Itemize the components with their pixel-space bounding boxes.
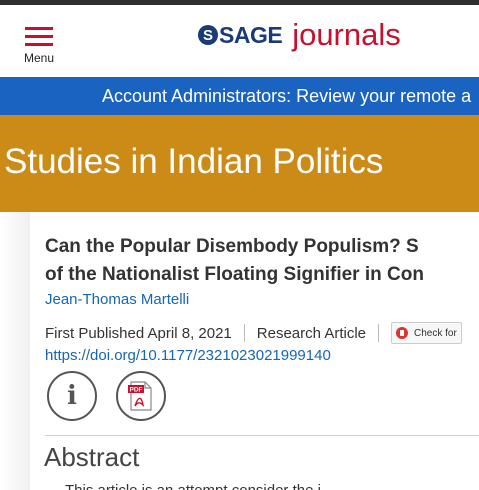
info-button[interactable]: i: [47, 371, 97, 421]
article-title-line-2: of the Nationalist Floating Signifier in…: [45, 264, 424, 285]
abstract-heading: Abstract: [44, 442, 140, 472]
doi-link[interactable]: https://doi.org/10.1177/2321023021999140: [45, 347, 331, 364]
section-divider: [45, 435, 479, 436]
hamburger-icon-bar: [25, 27, 53, 30]
banner-text[interactable]: Account Administrators: Review your remo…: [102, 86, 471, 107]
author-link[interactable]: Jean-Thomas Martelli: [45, 291, 189, 308]
site-header: Menu S SAGE journals: [0, 5, 479, 77]
hamburger-icon-bar: [25, 43, 53, 46]
article-title-line-1: Can the Popular Disembody Populism? S: [45, 236, 419, 257]
meta-divider: [243, 324, 245, 342]
article-title: Can the Popular Disembody Populism? S of…: [45, 233, 479, 289]
logo-sage-text: SAGE: [219, 21, 283, 48]
left-gutter: [0, 212, 30, 490]
menu-button[interactable]: Menu: [22, 27, 60, 67]
check-for-updates-button[interactable]: Check for: [391, 322, 462, 344]
hamburger-icon-bar: [25, 35, 53, 38]
info-icon: i: [67, 381, 77, 411]
meta-divider: [378, 324, 379, 342]
journal-title[interactable]: Studies in Indian Politics: [4, 142, 383, 182]
admin-banner[interactable]: Account Administrators: Review your remo…: [0, 77, 479, 115]
article-meta: First Published April 8, 2021 Research A…: [45, 322, 462, 344]
pdf-label: PDF: [130, 387, 143, 394]
sage-logo-icon: S: [198, 25, 218, 45]
crossmark-icon: [396, 327, 408, 339]
menu-label: Menu: [24, 51, 55, 65]
journal-banner: Studies in Indian Politics: [0, 115, 479, 212]
sage-journals-logo[interactable]: S SAGE journals: [198, 17, 401, 52]
pdf-button[interactable]: PDF: [116, 371, 166, 421]
abstract-first-line: This article is an attempt consider the …: [65, 482, 333, 490]
article-type: Research Article: [256, 324, 366, 342]
logo-journals-text: journals: [292, 17, 401, 52]
check-label: Check for: [414, 327, 457, 339]
pdf-icon: PDF: [128, 381, 152, 411]
article-content: Can the Popular Disembody Populism? S of…: [30, 212, 479, 490]
first-published: First Published April 8, 2021: [45, 324, 232, 342]
